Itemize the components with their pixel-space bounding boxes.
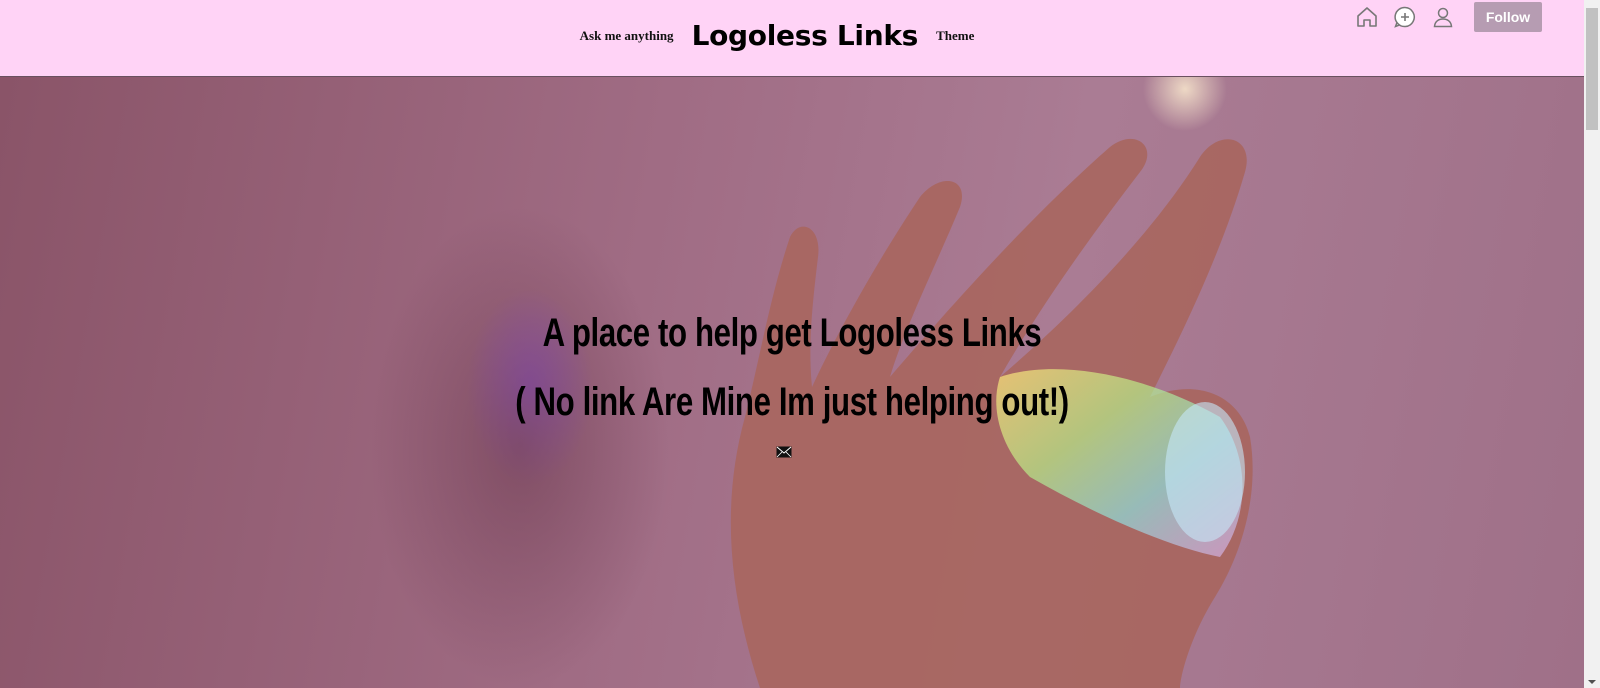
scrollbar-thumb[interactable] <box>1586 8 1598 130</box>
mail-icon[interactable] <box>776 445 792 458</box>
ask-me-anything-link[interactable]: Ask me anything <box>580 28 674 44</box>
user-icon[interactable] <box>1430 4 1456 30</box>
blog-header: Ask me anything Logoless Links Theme Fol… <box>0 0 1584 77</box>
blog-title[interactable]: Logoless Links <box>692 19 919 52</box>
home-icon[interactable] <box>1354 4 1380 30</box>
plus-circle-icon[interactable] <box>1392 4 1418 30</box>
theme-link[interactable]: Theme <box>936 28 974 44</box>
scrollbar[interactable] <box>1584 0 1600 688</box>
dashboard-controls: Follow <box>1354 2 1542 32</box>
hero-banner: A place to help get Logoless Links ( No … <box>0 77 1584 688</box>
hero-photo <box>370 138 1253 688</box>
follow-button[interactable]: Follow <box>1474 2 1542 32</box>
scroll-down-arrow-icon[interactable] <box>1588 680 1596 684</box>
blog-nav: Ask me anything Logoless Links Theme <box>0 0 1584 70</box>
